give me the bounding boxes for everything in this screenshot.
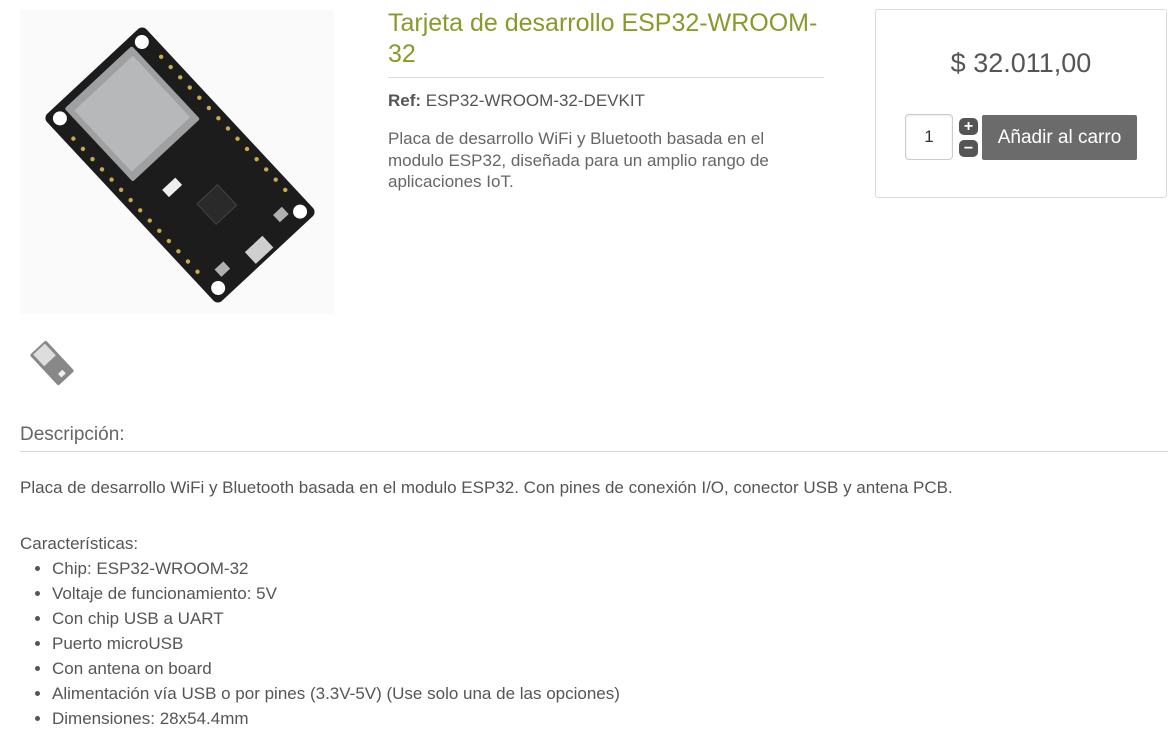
description-heading: Descripción: bbox=[20, 424, 125, 445]
product-title: Tarjeta de desarrollo ESP32-WROOM-32 bbox=[388, 9, 818, 68]
buy-box: $ 32.011,00 + − Añadir al carro bbox=[875, 9, 1167, 198]
quantity-increment-button[interactable]: + bbox=[959, 118, 978, 135]
list-item: Chip: ESP32-WROOM-32 bbox=[52, 556, 620, 581]
product-reference: Ref: ESP32-WROOM-32-DEVKIT bbox=[388, 91, 645, 111]
esp32-board-thumbnail bbox=[30, 340, 74, 386]
quantity-decrement-button[interactable]: − bbox=[959, 140, 978, 157]
features-heading: Características: bbox=[20, 534, 139, 553]
quantity-input[interactable] bbox=[905, 114, 953, 160]
product-price: $ 32.011,00 bbox=[950, 48, 1092, 78]
ref-value: ESP32-WROOM-32-DEVKIT bbox=[425, 91, 645, 110]
list-item: Con antena on board bbox=[52, 656, 620, 681]
list-item: Puerto microUSB bbox=[52, 631, 620, 656]
product-main-image[interactable] bbox=[20, 10, 334, 314]
features-list: Chip: ESP32-WROOM-32 Voltaje de funciona… bbox=[20, 556, 620, 731]
list-item: Con chip USB a UART bbox=[52, 606, 620, 631]
esp32-board-image bbox=[45, 27, 315, 303]
description-text: Placa de desarrollo WiFi y Bluetooth bas… bbox=[20, 478, 953, 497]
short-description: Placa de desarrollo WiFi y Bluetooth bas… bbox=[388, 129, 769, 191]
list-item: Alimentación vía USB o por pines (3.3V-5… bbox=[52, 681, 620, 706]
list-item: Dimensiones: 28x54.4mm bbox=[52, 706, 620, 731]
product-thumbnail[interactable] bbox=[24, 334, 80, 392]
list-item: Voltaje de funcionamiento: 5V bbox=[52, 581, 620, 606]
title-divider bbox=[388, 77, 824, 78]
add-to-cart-button[interactable]: Añadir al carro bbox=[982, 115, 1137, 160]
ref-label: Ref: bbox=[388, 91, 422, 110]
description-divider bbox=[20, 451, 1168, 452]
